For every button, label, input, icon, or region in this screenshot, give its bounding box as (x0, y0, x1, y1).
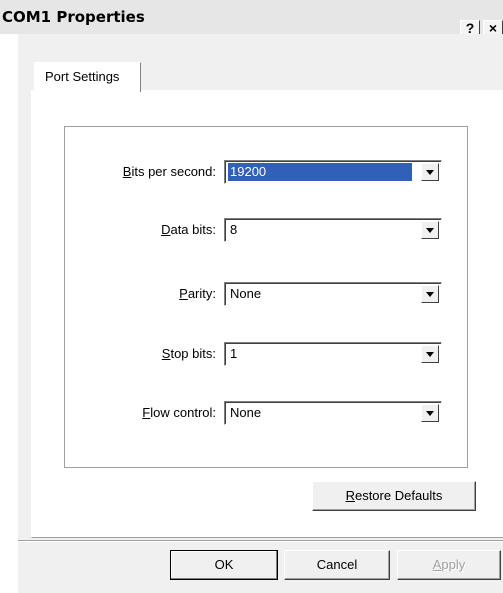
dropdown-button[interactable] (421, 163, 439, 181)
chevron-down-icon (426, 292, 434, 297)
dropdown-button[interactable] (421, 345, 439, 363)
chevron-down-icon (426, 170, 434, 175)
dropdown-button[interactable] (421, 285, 439, 303)
parity-label: Parity: (179, 286, 216, 301)
parity-value: None (230, 286, 262, 301)
restore-defaults-button[interactable]: Restore Defaults (312, 481, 476, 511)
flow-control-label: Flow control: (142, 405, 216, 420)
bits-per-second-value: 19200 (228, 163, 412, 181)
parity-select[interactable]: None (224, 282, 442, 306)
data-bits-select[interactable]: 8 (224, 218, 442, 242)
stop-bits-label: Stop bits: (161, 346, 216, 361)
ok-button[interactable]: OK (170, 550, 278, 580)
stop-bits-select[interactable]: 1 (224, 342, 442, 366)
data-bits-label: Data bits: (161, 222, 216, 237)
dropdown-button[interactable] (421, 221, 439, 239)
tab-port-settings[interactable]: Port Settings (34, 62, 141, 92)
bits-per-second-label: Bits per second: (122, 164, 216, 179)
chevron-down-icon (426, 352, 434, 357)
bits-per-second-select[interactable]: 19200 (224, 160, 442, 184)
tab-label: Port Settings (45, 69, 120, 84)
title-bar: COM1 Properties ? × (0, 0, 503, 38)
window-title: COM1 Properties (2, 8, 145, 26)
cancel-button[interactable]: Cancel (284, 550, 390, 580)
chevron-down-icon (426, 411, 434, 416)
apply-button[interactable]: Apply (397, 550, 501, 580)
data-bits-value: 8 (230, 222, 238, 237)
dropdown-button[interactable] (421, 404, 439, 422)
chevron-down-icon (426, 228, 434, 233)
flow-control-value: None (230, 405, 262, 420)
flow-control-select[interactable]: None (224, 401, 442, 425)
stop-bits-value: 1 (230, 346, 238, 361)
footer-separator (18, 540, 503, 542)
